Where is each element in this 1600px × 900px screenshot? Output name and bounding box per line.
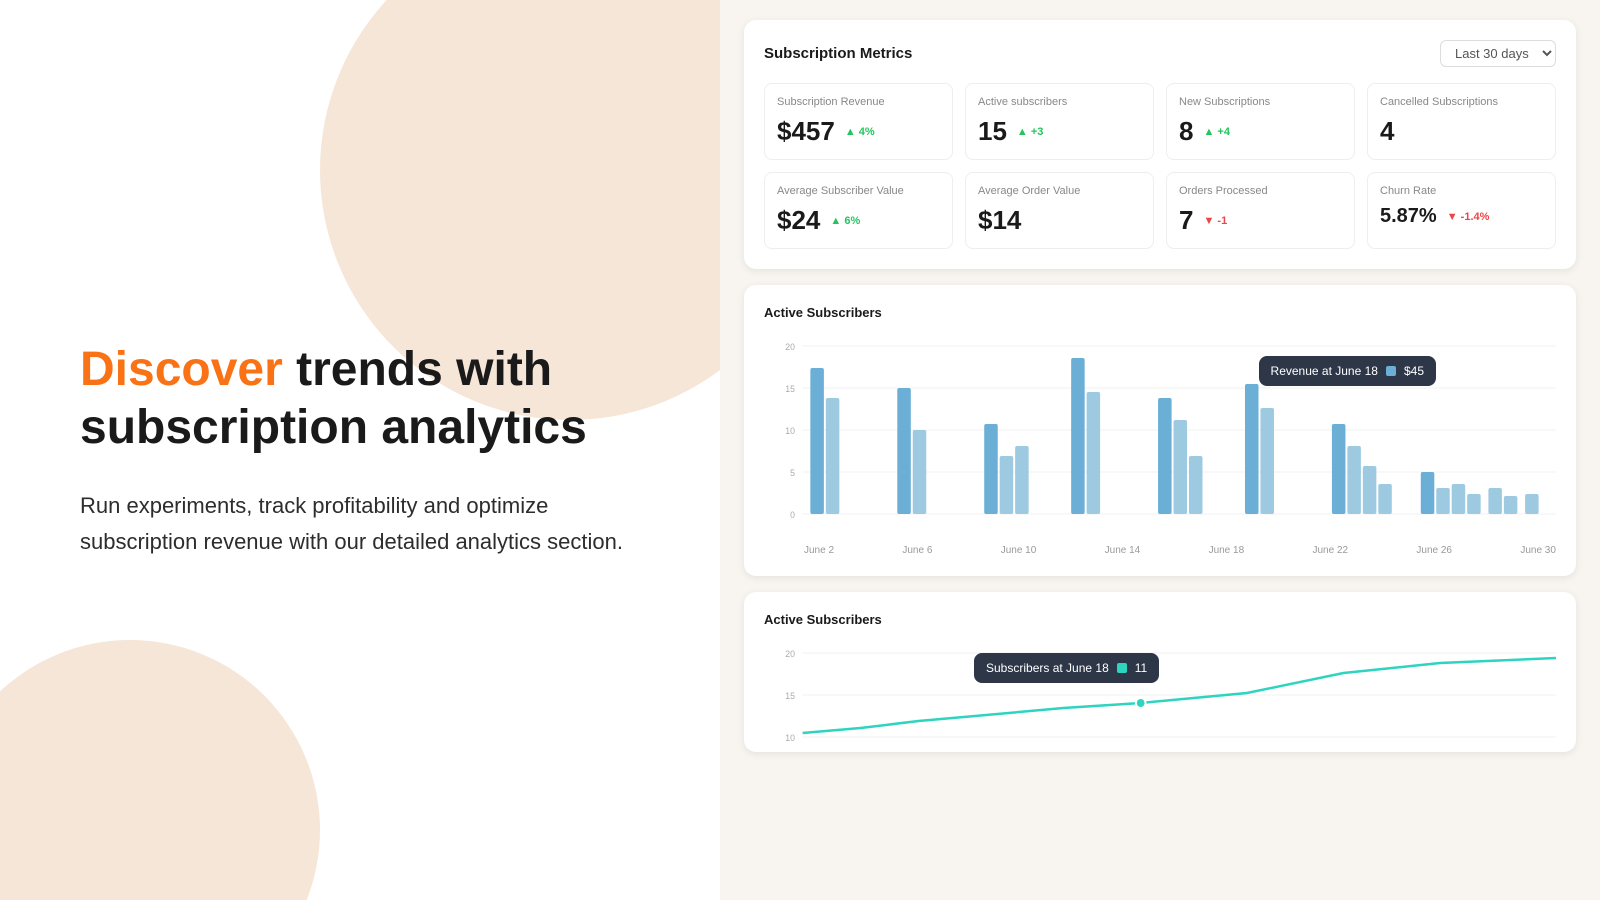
line-chart-card: Active Subscribers Subscribers at June 1… xyxy=(744,592,1576,752)
line-chart-tooltip: Subscribers at June 18 11 xyxy=(974,653,1159,683)
svg-text:20: 20 xyxy=(785,649,795,659)
svg-text:15: 15 xyxy=(785,691,795,701)
metrics-row-1: Subscription Revenue $457 ▲ 4% Active su… xyxy=(764,83,1556,160)
metric-value: $24 xyxy=(777,205,820,236)
metric-label: Cancelled Subscriptions xyxy=(1380,96,1543,108)
metric-label: Churn Rate xyxy=(1380,185,1543,197)
line-chart-title: Active Subscribers xyxy=(764,612,1556,627)
metrics-row-2: Average Subscriber Value $24 ▲ 6% Averag… xyxy=(764,172,1556,249)
metric-value-row: 8 ▲ +4 xyxy=(1179,116,1342,147)
svg-text:10: 10 xyxy=(785,426,795,436)
metric-value: $14 xyxy=(978,205,1021,236)
metrics-header: Subscription Metrics Last 30 days xyxy=(764,40,1556,67)
svg-text:5: 5 xyxy=(790,468,795,478)
x-label: June 6 xyxy=(902,545,932,556)
svg-text:0: 0 xyxy=(790,510,795,520)
line-chart-svg: 20 15 10 xyxy=(764,643,1556,752)
tooltip-value: 11 xyxy=(1135,661,1147,675)
date-filter-select[interactable]: Last 30 days xyxy=(1440,40,1556,67)
metric-label: Average Subscriber Value xyxy=(777,185,940,197)
tooltip-value: $45 xyxy=(1404,364,1424,378)
metric-value-row: 5.87% ▼ -1.4% xyxy=(1380,205,1543,228)
x-label: June 30 xyxy=(1520,545,1556,556)
dashboard: Subscription Metrics Last 30 days Subscr… xyxy=(720,20,1600,768)
metrics-card-title: Subscription Metrics xyxy=(764,45,912,62)
metric-cancelled-subscriptions: Cancelled Subscriptions 4 xyxy=(1367,83,1556,160)
x-label: June 2 xyxy=(804,545,834,556)
metric-active-subscribers: Active subscribers 15 ▲ +3 xyxy=(965,83,1154,160)
metric-new-subscriptions: New Subscriptions 8 ▲ +4 xyxy=(1166,83,1355,160)
x-label: June 22 xyxy=(1312,545,1348,556)
svg-text:20: 20 xyxy=(785,342,795,352)
hero-subtitle: Run experiments, track profitability and… xyxy=(80,488,640,558)
metric-label: New Subscriptions xyxy=(1179,96,1342,108)
bar-chart-tooltip: Revenue at June 18 $45 xyxy=(1259,356,1436,386)
metric-badge: ▲ +4 xyxy=(1203,126,1230,138)
tooltip-label: Subscribers at June 18 xyxy=(986,661,1109,675)
svg-text:15: 15 xyxy=(785,384,795,394)
metric-value-row: 7 ▼ -1 xyxy=(1179,205,1342,236)
tooltip-label: Revenue at June 18 xyxy=(1271,364,1378,378)
bar-chart-card: Active Subscribers Revenue at June 18 $4… xyxy=(744,285,1576,576)
metric-subscription-revenue: Subscription Revenue $457 ▲ 4% xyxy=(764,83,953,160)
svg-text:10: 10 xyxy=(785,733,795,743)
bar-chart-x-labels: June 2 June 6 June 10 June 14 June 18 Ju… xyxy=(764,541,1556,556)
metric-badge: ▲ 4% xyxy=(845,126,875,138)
metric-value: 4 xyxy=(1380,116,1394,147)
metric-avg-order-value: Average Order Value $14 xyxy=(965,172,1154,249)
metric-badge: ▼ -1.4% xyxy=(1447,211,1490,223)
bar-chart-svg: 20 15 10 5 0 xyxy=(764,336,1556,536)
metric-avg-subscriber-value: Average Subscriber Value $24 ▲ 6% xyxy=(764,172,953,249)
right-panel: Subscription Metrics Last 30 days Subscr… xyxy=(720,0,1600,900)
hero-title-line2: subscription analytics xyxy=(80,401,587,454)
metric-value-row: 15 ▲ +3 xyxy=(978,116,1141,147)
metric-orders-processed: Orders Processed 7 ▼ -1 xyxy=(1166,172,1355,249)
hero-highlight-word: Discover xyxy=(80,343,283,396)
metric-badge: ▲ +3 xyxy=(1017,126,1044,138)
tooltip-color-dot xyxy=(1386,366,1396,376)
x-label: June 26 xyxy=(1416,545,1452,556)
metric-value: 7 xyxy=(1179,205,1193,236)
metric-label: Active subscribers xyxy=(978,96,1141,108)
line-chart-container: Subscribers at June 18 11 20 15 10 xyxy=(764,643,1556,752)
metric-churn-rate: Churn Rate 5.87% ▼ -1.4% xyxy=(1367,172,1556,249)
metrics-card: Subscription Metrics Last 30 days Subscr… xyxy=(744,20,1576,269)
metric-value: 8 xyxy=(1179,116,1193,147)
metric-value-row: 4 xyxy=(1380,116,1543,147)
metric-badge: ▼ -1 xyxy=(1203,215,1227,227)
x-label: June 18 xyxy=(1209,545,1245,556)
metric-value-row: $14 xyxy=(978,205,1141,236)
hero-title-rest: trends with xyxy=(283,343,552,396)
metric-value-row: $24 ▲ 6% xyxy=(777,205,940,236)
x-label: June 10 xyxy=(1001,545,1037,556)
metric-label: Orders Processed xyxy=(1179,185,1342,197)
bar-chart-title: Active Subscribers xyxy=(764,305,1556,320)
metric-value: $457 xyxy=(777,116,835,147)
left-panel: Discover trends with subscription analyt… xyxy=(0,0,720,900)
metric-badge: ▲ 6% xyxy=(830,215,860,227)
metric-value-row: $457 ▲ 4% xyxy=(777,116,940,147)
metric-value: 5.87% xyxy=(1380,205,1437,228)
metric-label: Subscription Revenue xyxy=(777,96,940,108)
metric-label: Average Order Value xyxy=(978,185,1141,197)
hero-content: Discover trends with subscription analyt… xyxy=(80,341,640,559)
x-label: June 14 xyxy=(1105,545,1141,556)
metric-value: 15 xyxy=(978,116,1007,147)
tooltip-color-dot xyxy=(1117,663,1127,673)
hero-title: Discover trends with subscription analyt… xyxy=(80,341,640,456)
bar-chart-container: Revenue at June 18 $45 20 15 10 5 xyxy=(764,336,1556,556)
